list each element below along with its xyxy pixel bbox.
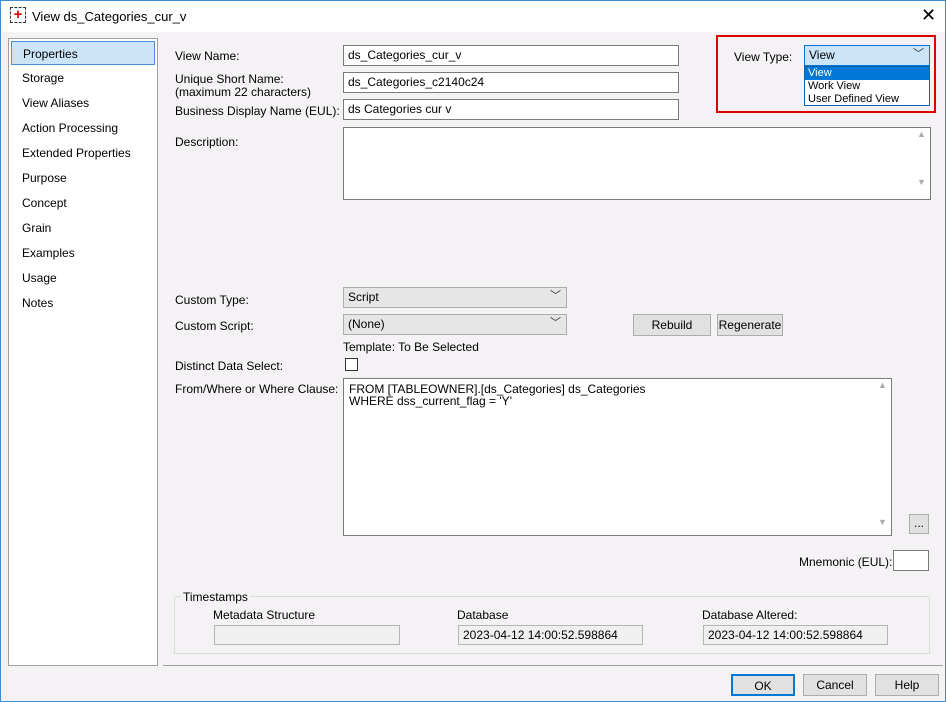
sidebar-item-properties[interactable]: Properties <box>11 41 155 65</box>
option-user-defined-view[interactable]: User Defined View <box>805 93 929 106</box>
divider <box>163 665 943 666</box>
window-title: View ds_Categories_cur_v <box>32 9 187 24</box>
ok-button[interactable]: OK <box>731 674 795 696</box>
sidebar-item-notes[interactable]: Notes <box>11 291 155 315</box>
sidebar-item-extended-properties[interactable]: Extended Properties <box>11 141 155 165</box>
chevron-down-icon: ﹀ <box>550 290 561 302</box>
view-type-dropdown: View Work View User Defined View <box>804 66 930 106</box>
where-scrollbar[interactable]: ▲ ▼ <box>874 379 891 535</box>
database-label: Database <box>457 608 509 622</box>
custom-script-label: Custom Script: <box>175 319 254 333</box>
distinct-checkbox[interactable] <box>345 358 358 371</box>
view-type-select[interactable]: View ﹀ <box>804 45 930 66</box>
description-scrollbar[interactable]: ▲ ▼ <box>913 128 930 199</box>
sidebar-nav: Properties Storage View Aliases Action P… <box>8 38 158 666</box>
custom-type-label: Custom Type: <box>175 293 249 307</box>
help-button[interactable]: Help <box>875 674 939 696</box>
custom-script-select[interactable]: (None) ﹀ <box>343 314 567 335</box>
description-textarea[interactable]: ▲ ▼ <box>343 127 931 200</box>
distinct-label: Distinct Data Select: <box>175 359 284 373</box>
altered-timestamp: 2023-04-12 14:00:52.598864 <box>703 625 888 645</box>
regenerate-button[interactable]: Regenerate <box>717 314 783 336</box>
where-label: From/Where or Where Clause: <box>175 382 339 396</box>
sidebar-item-view-aliases[interactable]: View Aliases <box>11 91 155 115</box>
chevron-down-icon: ﹀ <box>913 48 924 60</box>
cancel-button[interactable]: Cancel <box>803 674 867 696</box>
chevron-down-icon: ﹀ <box>550 317 561 329</box>
close-icon[interactable]: ✕ <box>921 5 936 26</box>
database-timestamp: 2023-04-12 14:00:52.598864 <box>458 625 643 645</box>
metadata-field <box>214 625 400 645</box>
sidebar-item-examples[interactable]: Examples <box>11 241 155 265</box>
template-text: Template: To Be Selected <box>343 340 479 354</box>
ellipsis-button[interactable]: ... <box>909 514 929 534</box>
sidebar-item-grain[interactable]: Grain <box>11 216 155 240</box>
business-name-label: Business Display Name (EUL): <box>175 104 340 118</box>
view-type-label: View Type: <box>734 50 793 64</box>
short-name-label: Unique Short Name: <box>175 72 284 86</box>
custom-script-value: (None) <box>348 317 385 331</box>
timestamps-title: Timestamps <box>181 590 250 604</box>
short-name-input[interactable]: ds_Categories_c2140c24 <box>343 72 679 93</box>
sidebar-item-purpose[interactable]: Purpose <box>11 166 155 190</box>
option-view[interactable]: View <box>805 67 929 80</box>
sidebar-item-action-processing[interactable]: Action Processing <box>11 116 155 140</box>
mnemonic-input[interactable] <box>893 550 929 571</box>
where-line: WHERE dss_current_flag = 'Y' <box>349 394 512 408</box>
app-icon: + <box>10 7 26 23</box>
view-name-label: View Name: <box>175 49 240 63</box>
title-bar: + View ds_Categories_cur_v ✕ <box>1 1 945 32</box>
custom-type-value: Script <box>348 290 379 304</box>
altered-label: Database Altered: <box>702 608 798 622</box>
rebuild-button[interactable]: Rebuild <box>633 314 711 336</box>
metadata-label: Metadata Structure <box>213 608 316 622</box>
view-type-value: View <box>809 48 835 62</box>
custom-type-select[interactable]: Script ﹀ <box>343 287 567 308</box>
option-work-view[interactable]: Work View <box>805 80 929 93</box>
where-clause-textarea[interactable]: FROM [TABLEOWNER].[ds_Categories] ds_Cat… <box>343 378 892 536</box>
mnemonic-label: Mnemonic (EUL): <box>799 555 893 569</box>
sidebar-item-concept[interactable]: Concept <box>11 191 155 215</box>
description-label: Description: <box>175 135 239 149</box>
short-name-hint: (maximum 22 characters) <box>175 85 312 99</box>
sidebar-item-storage[interactable]: Storage <box>11 66 155 90</box>
sidebar-item-usage[interactable]: Usage <box>11 266 155 290</box>
business-name-input[interactable]: ds Categories cur v <box>343 99 679 120</box>
view-name-input[interactable]: ds_Categories_cur_v <box>343 45 679 66</box>
